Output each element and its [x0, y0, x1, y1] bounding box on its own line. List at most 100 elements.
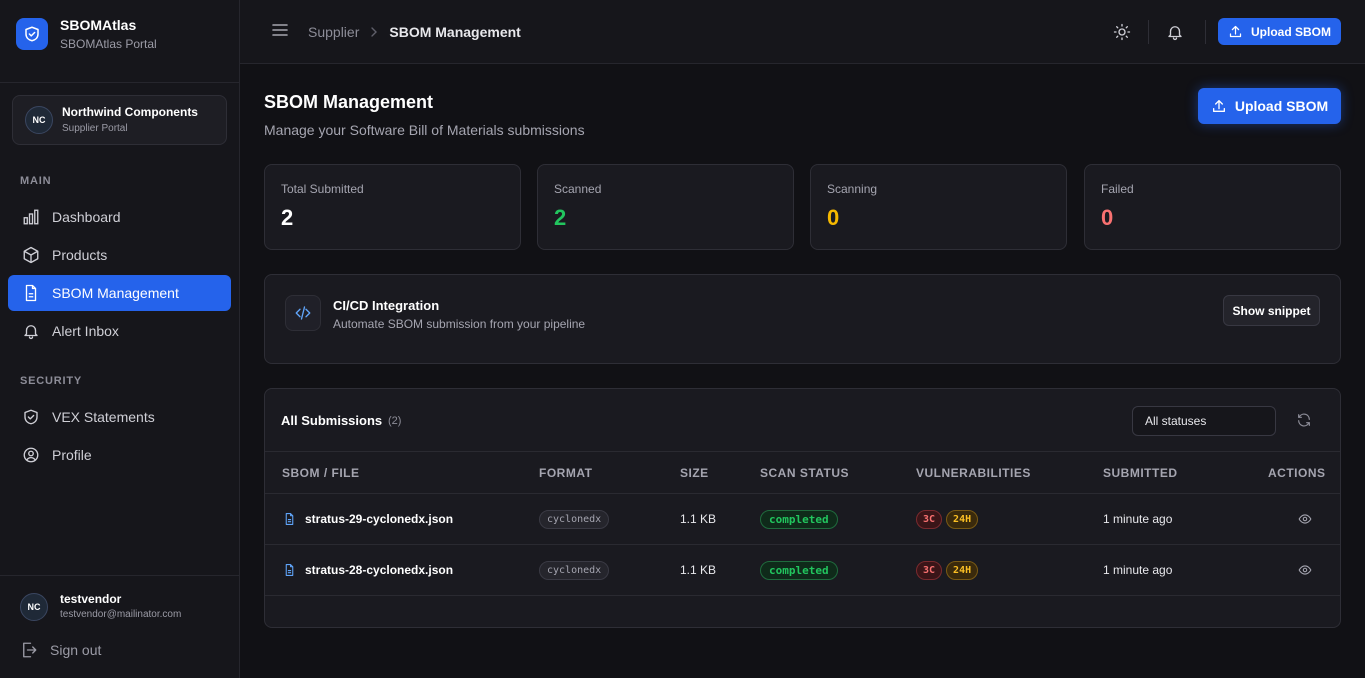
file-cell: stratus-29-cyclonedx.json [283, 494, 453, 544]
ci-cd-subtitle: Automate SBOM submission from your pipel… [333, 317, 586, 331]
top-bar: Supplier SBOM Management Upload SBOM [240, 0, 1365, 64]
refresh-icon[interactable] [1296, 412, 1314, 430]
vulnerabilities-cell: 3C 24H [916, 494, 982, 544]
sidebar-item-label: VEX Statements [52, 409, 155, 425]
sidebar: SBOMAtlas SBOMAtlas Portal NC Northwind … [0, 0, 240, 678]
code-icon [285, 295, 321, 331]
menu-icon[interactable] [272, 22, 292, 42]
brand-subtitle: SBOMAtlas Portal [60, 37, 157, 51]
column-header-actions: ACTIONS [1268, 466, 1326, 480]
table-row[interactable]: stratus-29-cyclonedx.json cyclonedx 1.1 … [265, 493, 1340, 544]
column-header-submitted[interactable]: SUBMITTED [1103, 466, 1178, 480]
notifications-bell-icon[interactable] [1165, 22, 1185, 42]
table-row[interactable]: stratus-28-cyclonedx.json cyclonedx 1.1 … [265, 544, 1340, 595]
submitted-cell: 1 minute ago [1103, 545, 1172, 595]
format-badge: cyclonedx [539, 509, 610, 529]
divider [0, 575, 239, 576]
stat-card-scanned: Scanned 2 [537, 164, 794, 250]
stat-card-failed: Failed 0 [1084, 164, 1341, 250]
view-eye-icon[interactable] [1298, 545, 1312, 595]
submissions-title: All Submissions [281, 413, 383, 428]
file-size: 1.1 KB [680, 512, 717, 526]
stat-value: 0 [1101, 205, 1114, 230]
column-header-vulnerabilities[interactable]: VULNERABILITIES [916, 466, 1031, 480]
sla-window-badge: 24H [946, 560, 979, 580]
sidebar-item-profile[interactable]: Profile [8, 437, 231, 473]
column-header-format[interactable]: FORMAT [539, 466, 592, 480]
page-subtitle: Manage your Software Bill of Materials s… [264, 122, 585, 138]
divider [1205, 20, 1206, 44]
size-cell: 1.1 KB [680, 494, 716, 544]
upload-sbom-button[interactable]: Upload SBOM [1198, 88, 1341, 124]
org-switcher[interactable]: NC Northwind Components Supplier Portal [12, 95, 227, 145]
breadcrumb: Supplier SBOM Management [308, 24, 521, 40]
page-title: SBOM Management [264, 92, 434, 112]
status-filter-select[interactable]: All statuses [1132, 406, 1276, 436]
show-snippet-button[interactable]: Show snippet [1223, 295, 1320, 326]
table-footer [265, 595, 1340, 627]
sun-icon[interactable] [1112, 22, 1132, 42]
sidebar-item-products[interactable]: Products [8, 237, 231, 273]
sidebar-item-alert-inbox[interactable]: Alert Inbox [8, 313, 231, 349]
stat-label: Failed [1101, 182, 1134, 196]
file-name[interactable]: stratus-28-cyclonedx.json [305, 563, 453, 577]
status-cell: completed [760, 494, 838, 544]
status-badge: completed [760, 509, 838, 529]
file-icon [21, 283, 41, 303]
divider [265, 451, 1340, 452]
brand[interactable]: SBOMAtlas SBOMAtlas Portal [16, 16, 157, 52]
stat-value: 2 [281, 205, 294, 230]
nav-section-main: MAIN [20, 175, 52, 187]
format-cell: cyclonedx [539, 494, 610, 544]
upload-sbom-button-header[interactable]: Upload SBOM [1218, 18, 1341, 45]
sidebar-item-label: Alert Inbox [52, 323, 119, 339]
size-cell: 1.1 KB [680, 545, 716, 595]
upload-icon [1211, 98, 1227, 114]
submitted-cell: 1 minute ago [1103, 494, 1172, 544]
stat-card-total-submitted: Total Submitted 2 [264, 164, 521, 250]
sidebar-item-vex-statements[interactable]: VEX Statements [8, 399, 231, 435]
divider [1148, 20, 1149, 44]
sidebar-item-label: Dashboard [52, 209, 121, 225]
column-header-scan-status[interactable]: SCAN STATUS [760, 466, 849, 480]
upload-sbom-label: Upload SBOM [1251, 24, 1331, 39]
stat-label: Scanned [554, 182, 602, 196]
file-icon [283, 512, 296, 526]
shield-check-icon [21, 407, 41, 427]
breadcrumb-parent[interactable]: Supplier [308, 24, 359, 40]
format-cell: cyclonedx [539, 545, 610, 595]
shield-icon [16, 18, 48, 50]
ci-cd-title: CI/CD Integration [333, 298, 440, 313]
sidebar-item-dashboard[interactable]: Dashboard [8, 199, 231, 235]
stat-card-scanning: Scanning 0 [810, 164, 1067, 250]
stat-value: 0 [827, 205, 840, 230]
submitted-time: 1 minute ago [1103, 512, 1173, 526]
submissions-count: (2) [388, 415, 402, 427]
sign-out-button[interactable]: Sign out [20, 641, 101, 659]
view-eye-icon[interactable] [1298, 494, 1312, 544]
sidebar-item-sbom-management[interactable]: SBOM Management [8, 275, 231, 311]
log-out-icon [20, 641, 38, 659]
file-name[interactable]: stratus-29-cyclonedx.json [305, 512, 453, 526]
sidebar-item-label: Profile [52, 447, 92, 463]
status-badge: completed [760, 560, 838, 580]
file-cell: stratus-28-cyclonedx.json [283, 545, 453, 595]
breadcrumb-current: SBOM Management [389, 24, 521, 40]
critical-count-badge: 3C [916, 560, 943, 580]
user-name: testvendor [60, 592, 122, 606]
org-name: Northwind Components [62, 105, 198, 119]
upload-icon [1228, 24, 1243, 39]
user-email: testvendor@mailinator.com [60, 609, 182, 620]
user-avatar: NC [20, 592, 48, 621]
column-header-size[interactable]: SIZE [680, 466, 709, 480]
file-icon [283, 563, 296, 577]
upload-sbom-label: Upload SBOM [1234, 98, 1329, 114]
bar-chart-icon [21, 207, 41, 227]
status-cell: completed [760, 545, 838, 595]
stat-label: Total Submitted [281, 182, 364, 196]
sidebar-item-label: SBOM Management [52, 285, 179, 301]
submitted-time: 1 minute ago [1103, 563, 1173, 577]
column-header-file[interactable]: SBOM / FILE [282, 466, 360, 480]
sign-out-label: Sign out [50, 642, 102, 658]
submissions-table-card: All Submissions (2) All statuses SBOM / … [264, 388, 1341, 628]
